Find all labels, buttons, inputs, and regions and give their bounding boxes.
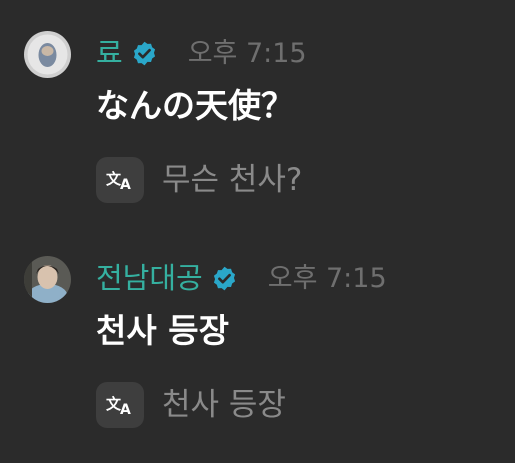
- avatar[interactable]: [24, 256, 71, 303]
- svg-text:A: A: [120, 177, 131, 192]
- translate-icon[interactable]: 文 A: [96, 382, 144, 428]
- translate-icon[interactable]: 文 A: [96, 157, 144, 203]
- translation-row: 文 A 무슨 천사?: [96, 157, 302, 203]
- verified-badge-icon: [131, 40, 158, 67]
- timestamp: 오후 7:15: [187, 38, 307, 69]
- svg-text:A: A: [120, 402, 131, 417]
- translation-text: 천사 등장: [162, 386, 286, 423]
- avatar[interactable]: [24, 31, 71, 78]
- message-text: なんの天使？: [96, 86, 294, 125]
- translation-row: 文 A 천사 등장: [96, 382, 286, 428]
- author-name[interactable]: 료: [96, 39, 123, 68]
- message-header: 료 오후 7:15: [96, 39, 307, 68]
- translation-text: 무슨 천사?: [162, 161, 303, 198]
- author-name[interactable]: 전남대공: [96, 264, 203, 293]
- message-header: 전남대공 오후 7:15: [96, 264, 387, 293]
- verified-badge-icon: [211, 265, 238, 292]
- timestamp: 오후 7:15: [267, 263, 387, 294]
- message-text: 천사 등장: [96, 311, 229, 350]
